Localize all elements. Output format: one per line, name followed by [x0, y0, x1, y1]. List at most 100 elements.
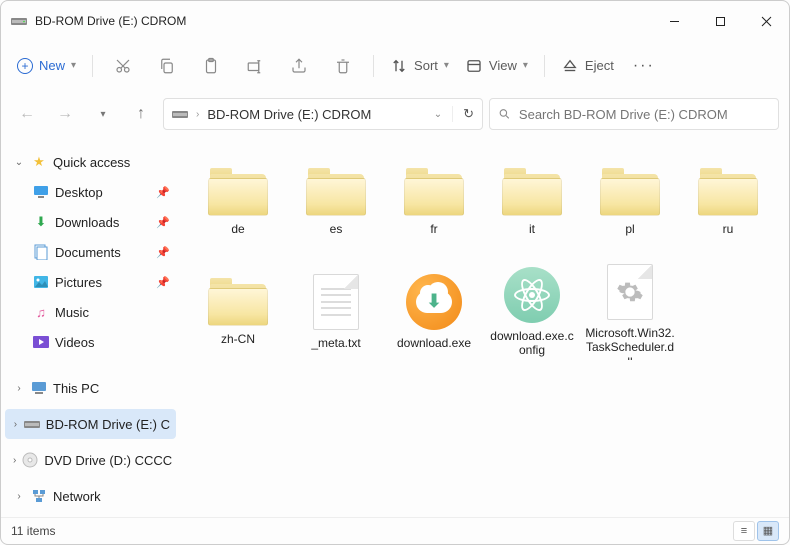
sidebar-item-label: Documents — [55, 245, 121, 260]
separator — [92, 55, 93, 77]
minimize-button[interactable] — [651, 1, 697, 41]
forward-button[interactable]: → — [49, 98, 81, 130]
chevron-down-icon: ▾ — [523, 60, 528, 71]
eject-label: Eject — [585, 58, 614, 73]
chevron-right-icon: › — [13, 491, 25, 502]
more-button[interactable]: ··· — [624, 48, 664, 84]
back-button[interactable]: ← — [11, 98, 43, 130]
search-icon — [498, 107, 511, 121]
file-item[interactable]: download.exe.config — [483, 257, 581, 367]
icons-view-button[interactable]: ▦ — [757, 521, 779, 541]
sidebar-label: DVD Drive (D:) CCCC — [44, 453, 172, 468]
search-input[interactable] — [519, 107, 770, 122]
sidebar-item-documents[interactable]: Documents 📌 — [5, 237, 176, 267]
sidebar-bdrom-drive[interactable]: › BD-ROM Drive (E:) C — [5, 409, 176, 439]
sidebar-item-videos[interactable]: Videos — [5, 327, 176, 357]
close-button[interactable] — [743, 1, 789, 41]
file-item[interactable]: fr — [385, 147, 483, 257]
star-icon: ★ — [31, 154, 47, 170]
details-view-button[interactable]: ≡ — [733, 521, 755, 541]
drive-icon — [11, 13, 27, 29]
refresh-button[interactable]: ↻ — [452, 106, 474, 122]
maximize-button[interactable] — [697, 1, 743, 41]
titlebar: BD-ROM Drive (E:) CDROM — [1, 1, 789, 41]
sidebar-item-label: Pictures — [55, 275, 102, 290]
cut-button[interactable] — [103, 48, 143, 84]
file-item[interactable]: pl — [581, 147, 679, 257]
eject-icon — [561, 57, 579, 75]
view-icon — [465, 57, 483, 75]
file-label: de — [231, 222, 244, 236]
status-bar: 11 items ≡ ▦ — [1, 517, 789, 543]
file-item[interactable]: it — [483, 147, 581, 257]
file-label: fr — [430, 222, 437, 236]
sidebar: ⌄ ★ Quick access Desktop 📌 ⬇ Downloads 📌… — [1, 137, 181, 517]
recent-button[interactable]: ▾ — [87, 98, 119, 130]
file-pane[interactable]: de es fr it plru zh-CN _meta.txt ⬇download.exed… — [181, 137, 789, 517]
new-button[interactable]: + New ▾ — [11, 48, 82, 84]
chevron-right-icon: › — [13, 383, 25, 394]
pin-icon: 📌 — [156, 276, 170, 289]
pictures-icon — [33, 274, 49, 290]
chevron-down-icon[interactable]: ⌄ — [434, 109, 442, 120]
file-item[interactable]: Microsoft.Win32.TaskScheduler.dll — [581, 257, 679, 367]
chevron-down-icon: ▾ — [444, 60, 449, 71]
file-item[interactable]: es — [287, 147, 385, 257]
sidebar-label: Quick access — [53, 155, 130, 170]
copy-button[interactable] — [147, 48, 187, 84]
share-button[interactable] — [279, 48, 319, 84]
file-item[interactable]: ru — [679, 147, 777, 257]
download-exe-icon: ⬇ — [406, 274, 462, 330]
folder-icon — [208, 278, 268, 326]
folder-icon — [208, 168, 268, 216]
separator — [373, 55, 374, 77]
sidebar-dvd-drive[interactable]: › DVD Drive (D:) CCCC — [5, 445, 176, 475]
file-label: _meta.txt — [311, 336, 360, 350]
sidebar-item-downloads[interactable]: ⬇ Downloads 📌 — [5, 207, 176, 237]
sort-icon — [390, 57, 408, 75]
breadcrumb[interactable]: BD-ROM Drive (E:) CDROM — [207, 107, 371, 122]
file-label: it — [529, 222, 535, 236]
sidebar-this-pc[interactable]: › This PC — [5, 373, 176, 403]
file-item[interactable]: ⬇download.exe — [385, 257, 483, 367]
sidebar-network[interactable]: › Network — [5, 481, 176, 511]
file-label: es — [330, 222, 343, 236]
sidebar-label: Network — [53, 489, 101, 504]
pin-icon: 📌 — [156, 246, 170, 259]
music-icon: ♫ — [33, 304, 49, 320]
drive-icon — [172, 108, 188, 120]
file-label: zh-CN — [221, 332, 255, 346]
chevron-right-icon: › — [13, 419, 18, 430]
nav-row: ← → ▾ ↑ › BD-ROM Drive (E:) CDROM ⌄ ↻ — [1, 91, 789, 137]
search-box[interactable] — [489, 98, 779, 130]
folder-icon — [404, 168, 464, 216]
delete-button[interactable] — [323, 48, 363, 84]
sidebar-item-desktop[interactable]: Desktop 📌 — [5, 177, 176, 207]
videos-icon — [33, 334, 49, 350]
file-item[interactable]: de — [189, 147, 287, 257]
network-icon — [31, 488, 47, 504]
sidebar-item-music[interactable]: ♫ Music — [5, 297, 176, 327]
dll-file-icon — [607, 264, 653, 320]
file-label: Microsoft.Win32.TaskScheduler.dll — [585, 326, 675, 360]
rename-button[interactable] — [235, 48, 275, 84]
file-item[interactable]: _meta.txt — [287, 257, 385, 367]
sort-button[interactable]: Sort ▾ — [384, 48, 455, 84]
sidebar-quick-access[interactable]: ⌄ ★ Quick access — [5, 147, 176, 177]
chevron-down-icon: ▾ — [71, 60, 76, 71]
separator — [544, 55, 545, 77]
file-item[interactable]: zh-CN — [189, 257, 287, 367]
up-button[interactable]: ↑ — [125, 98, 157, 130]
window-title: BD-ROM Drive (E:) CDROM — [35, 14, 651, 28]
paste-button[interactable] — [191, 48, 231, 84]
view-button[interactable]: View ▾ — [459, 48, 534, 84]
plus-icon: + — [17, 58, 33, 74]
address-bar[interactable]: › BD-ROM Drive (E:) CDROM ⌄ ↻ — [163, 98, 483, 130]
file-label: download.exe.config — [487, 329, 577, 358]
sidebar-item-pictures[interactable]: Pictures 📌 — [5, 267, 176, 297]
text-file-icon — [313, 274, 359, 330]
eject-button[interactable]: Eject — [555, 48, 620, 84]
item-count: 11 items — [11, 524, 55, 538]
sidebar-item-label: Music — [55, 305, 89, 320]
sidebar-item-label: Downloads — [55, 215, 119, 230]
